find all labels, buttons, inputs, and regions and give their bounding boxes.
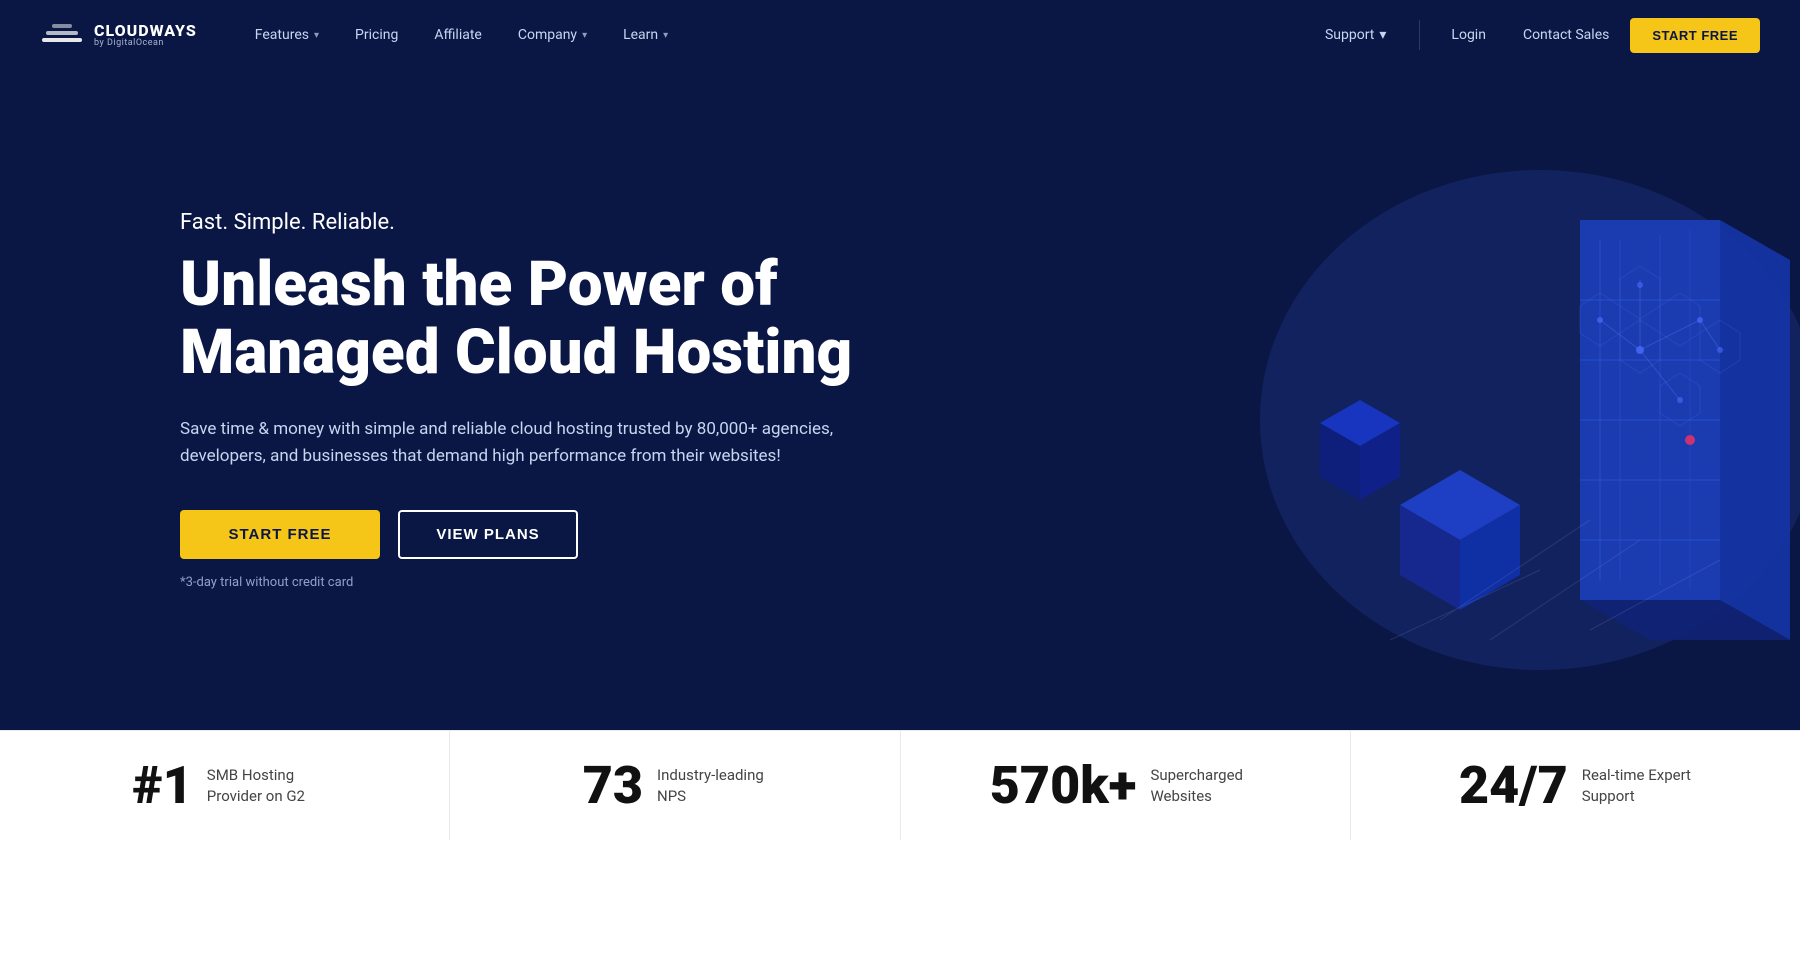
hero-buttons: START FREE VIEW PLANS	[180, 510, 920, 559]
hero-title: Unleash the Power of Managed Cloud Hosti…	[180, 251, 920, 387]
chevron-down-icon: ▾	[582, 30, 587, 41]
stat-desc-rank: SMB Hosting Provider on G2	[207, 765, 317, 807]
nav-links: Features ▾ Pricing Affiliate Company ▾ L…	[237, 0, 1307, 70]
hero-tagline: Fast. Simple. Reliable.	[180, 210, 920, 235]
brand-sub: by DigitalOcean	[94, 39, 197, 48]
stats-bar: #1 SMB Hosting Provider on G2 73 Industr…	[0, 730, 1800, 840]
nav-start-free-button[interactable]: START FREE	[1630, 18, 1760, 53]
stat-desc-websites: Supercharged Websites	[1150, 765, 1260, 807]
hero-section: Fast. Simple. Reliable. Unleash the Powe…	[0, 70, 1800, 730]
stat-item-nps: 73 Industry-leading NPS	[450, 731, 900, 840]
chevron-down-icon: ▾	[1379, 27, 1386, 43]
hero-trial-note: *3-day trial without credit card	[180, 575, 920, 590]
hero-illustration	[1140, 120, 1800, 700]
nav-learn[interactable]: Learn ▾	[605, 0, 686, 70]
stat-item-rank: #1 SMB Hosting Provider on G2	[0, 731, 450, 840]
nav-features[interactable]: Features ▾	[237, 0, 337, 70]
chevron-down-icon: ▾	[663, 30, 668, 41]
stat-item-websites: 570k+ Supercharged Websites	[901, 731, 1351, 840]
nav-support[interactable]: Support ▾	[1307, 0, 1404, 70]
nav-pricing[interactable]: Pricing	[337, 0, 416, 70]
logo-link[interactable]: CLOUDWAYS by DigitalOcean	[40, 20, 197, 50]
brand-name: CLOUDWAYS	[94, 23, 197, 39]
nav-divider	[1419, 20, 1420, 50]
hero-view-plans-button[interactable]: VIEW PLANS	[398, 510, 578, 559]
stat-number-rank: #1	[132, 760, 192, 812]
nav-affiliate[interactable]: Affiliate	[416, 0, 500, 70]
nav-company[interactable]: Company ▾	[500, 0, 605, 70]
stat-number-support: 24/7	[1459, 760, 1568, 812]
navbar: CLOUDWAYS by DigitalOcean Features ▾ Pri…	[0, 0, 1800, 70]
hero-graphic	[1100, 70, 1800, 730]
nav-login[interactable]: Login	[1435, 0, 1502, 70]
hero-description: Save time & money with simple and reliab…	[180, 416, 920, 470]
logo-icon	[40, 20, 84, 50]
stat-desc-support: Real-time Expert Support	[1582, 765, 1692, 807]
nav-contact-sales[interactable]: Contact Sales	[1507, 0, 1625, 70]
stat-number-nps: 73	[583, 760, 643, 812]
hero-start-free-button[interactable]: START FREE	[180, 510, 380, 559]
stat-number-websites: 570k+	[990, 760, 1137, 812]
hero-content: Fast. Simple. Reliable. Unleash the Powe…	[0, 130, 960, 670]
stat-desc-nps: Industry-leading NPS	[657, 765, 767, 807]
chevron-down-icon: ▾	[314, 30, 319, 41]
stat-item-support: 24/7 Real-time Expert Support	[1351, 731, 1800, 840]
nav-right: Support ▾ Login Contact Sales START FREE	[1307, 0, 1760, 70]
